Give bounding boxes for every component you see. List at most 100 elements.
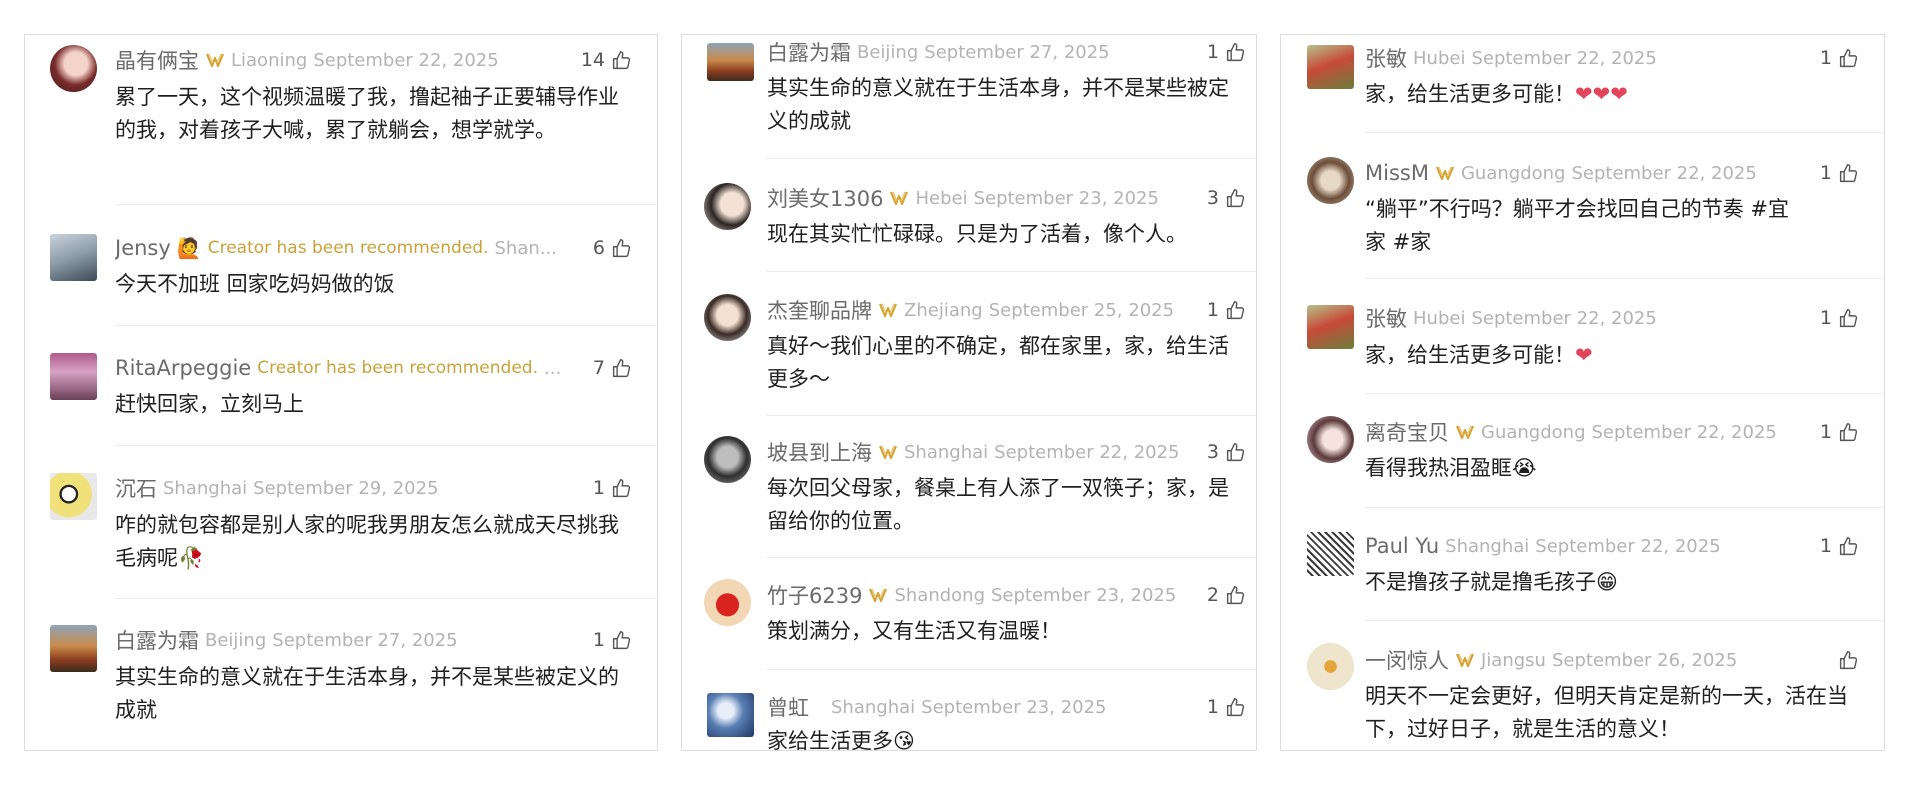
avatar[interactable]: [707, 43, 754, 81]
commenter-name[interactable]: 张敏: [1365, 305, 1407, 331]
avatar[interactable]: [1307, 532, 1354, 576]
commenter-name[interactable]: 竹子6239: [767, 582, 862, 608]
avatar[interactable]: [50, 353, 97, 400]
commenter-name[interactable]: 曾虹: [767, 694, 809, 720]
like-button[interactable]: 1: [1207, 694, 1246, 720]
avatar[interactable]: [50, 45, 97, 92]
commenter-name[interactable]: 沉石: [115, 475, 157, 501]
avatar[interactable]: [704, 579, 751, 626]
comment-date: September 22, 2025: [1535, 535, 1721, 557]
comment-panel-3: 张敏 Hubei September 22, 2025 1 家，给生活更多可能！…: [1280, 34, 1885, 751]
avatar[interactable]: [50, 234, 97, 281]
like-button[interactable]: 1: [1820, 533, 1859, 559]
commenter-name[interactable]: 离奇宝贝: [1365, 419, 1449, 445]
like-button[interactable]: 1: [593, 475, 632, 501]
like-button[interactable]: 1: [1820, 45, 1859, 71]
like-button[interactable]: 1: [1820, 160, 1859, 186]
like-button[interactable]: 1: [1207, 297, 1246, 323]
commenter-name[interactable]: 一闵惊人: [1365, 647, 1449, 673]
avatar[interactable]: [704, 183, 751, 230]
comment-location: Jiangsu: [1481, 649, 1546, 671]
commenter-name[interactable]: 杰奎聊品牌: [767, 297, 872, 323]
comment-text: 家，给生活更多可能！❤❤❤: [1365, 78, 1865, 111]
comment-text: 今天不加班 回家吃妈妈做的饭: [115, 272, 395, 296]
like-count: 1: [1819, 162, 1832, 184]
thumbs-up-icon: [611, 238, 632, 259]
comment-text: 真好～我们心里的不确定，都在家里，家，给生活更多～: [767, 334, 1229, 391]
like-button[interactable]: 7: [593, 355, 632, 381]
comment-location: Guangdong: [1481, 421, 1586, 443]
commenter-name[interactable]: 坡县到上海: [767, 439, 872, 465]
divider: [115, 204, 657, 205]
like-count: 7: [592, 357, 605, 379]
thumbs-up-icon: [611, 478, 632, 499]
like-button[interactable]: 1: [593, 627, 632, 653]
comment-location: Shandong: [894, 584, 985, 606]
comment-text: 家，给生活更多可能！❤: [1365, 339, 1865, 372]
thumbs-up-icon: [1838, 536, 1859, 557]
like-button[interactable]: 1: [1820, 305, 1859, 331]
comment-text: 策划满分，又有生活又有温暖！: [767, 619, 1061, 643]
commenter-name[interactable]: 晶有俩宝: [115, 47, 199, 73]
avatar[interactable]: [1307, 45, 1354, 89]
commenter-name[interactable]: MissM: [1365, 161, 1429, 185]
like-button[interactable]: 6: [593, 235, 632, 261]
comment-date: September 29, 2025: [253, 477, 439, 499]
commenter-name[interactable]: Jensy: [115, 236, 171, 260]
avatar[interactable]: [1307, 643, 1354, 690]
like-count: 14: [580, 49, 605, 71]
comment-text: 每次回父母家，餐桌上有人添了一双筷子；家，是留给你的位置。: [767, 476, 1229, 533]
like-button[interactable]: [1832, 647, 1859, 673]
vip-badge-icon: [205, 52, 225, 68]
commenter-name[interactable]: 白露为霜: [767, 39, 851, 65]
vip-badge-icon: [889, 190, 909, 206]
comment-text-content: 家，给生活更多可能！: [1365, 343, 1575, 367]
heart-emoji: ❤: [1575, 343, 1593, 367]
avatar[interactable]: [50, 625, 97, 672]
comment-location: Liaoning: [231, 49, 308, 71]
avatar[interactable]: [1307, 305, 1354, 349]
like-button[interactable]: 3: [1207, 439, 1246, 465]
comment-text: “躺平”不行吗？躺平才会找回自己的节奏 #宜家 #家: [1365, 197, 1790, 254]
like-count: 1: [1206, 696, 1219, 718]
comment-date: September 25, 2025: [988, 299, 1175, 321]
avatar[interactable]: [704, 294, 751, 341]
comment-location: Hubei: [1413, 47, 1466, 69]
comment-location: Zhejiang: [904, 299, 983, 321]
creator-recommended-tag: Creator has been recommended.: [257, 358, 538, 378]
like-button[interactable]: 14: [581, 47, 632, 73]
comment-text: 赶快回家，立刻马上: [115, 392, 304, 416]
vip-badge-icon: [1435, 165, 1455, 181]
commenter-name[interactable]: 张敏: [1365, 45, 1407, 71]
comment-date: September 22, 2025: [1471, 307, 1657, 329]
thumbs-up-icon: [1225, 585, 1246, 606]
avatar[interactable]: [707, 693, 754, 737]
avatar[interactable]: [50, 473, 97, 520]
comment-date: September 22, 2025: [994, 441, 1180, 463]
comment-location: Shanghai: [1445, 535, 1530, 557]
comment-location: Hebei: [915, 187, 968, 209]
divider: [767, 158, 1256, 159]
thumbs-up-icon: [1838, 650, 1859, 671]
like-count: 1: [1819, 421, 1832, 443]
divider: [1365, 278, 1884, 279]
comment-text: 明天不一定会更好，但明天肯定是新的一天，活在当下，过好日子，就是生活的意义！: [1365, 684, 1848, 741]
avatar[interactable]: [1307, 157, 1354, 204]
comment-location: Hubei: [1413, 307, 1466, 329]
like-button[interactable]: 1: [1207, 39, 1246, 65]
like-button[interactable]: 1: [1820, 419, 1859, 445]
creator-recommended-tag: Creator has been recommended.: [207, 238, 489, 258]
commenter-name[interactable]: 刘美女1306: [767, 185, 883, 211]
divider: [767, 557, 1256, 558]
comment-location: ...: [544, 357, 562, 379]
comment-date: September 27, 2025: [924, 41, 1110, 63]
like-button[interactable]: 3: [1207, 185, 1246, 211]
commenter-name[interactable]: Paul Yu: [1365, 534, 1439, 558]
avatar[interactable]: [704, 436, 751, 483]
commenter-name[interactable]: 白露为霜: [115, 627, 199, 653]
like-button[interactable]: 2: [1207, 582, 1246, 608]
avatar[interactable]: [1307, 416, 1354, 463]
divider: [115, 445, 657, 446]
comment-location: Shanghai: [163, 477, 248, 499]
commenter-name[interactable]: RitaArpeggie: [115, 356, 251, 380]
